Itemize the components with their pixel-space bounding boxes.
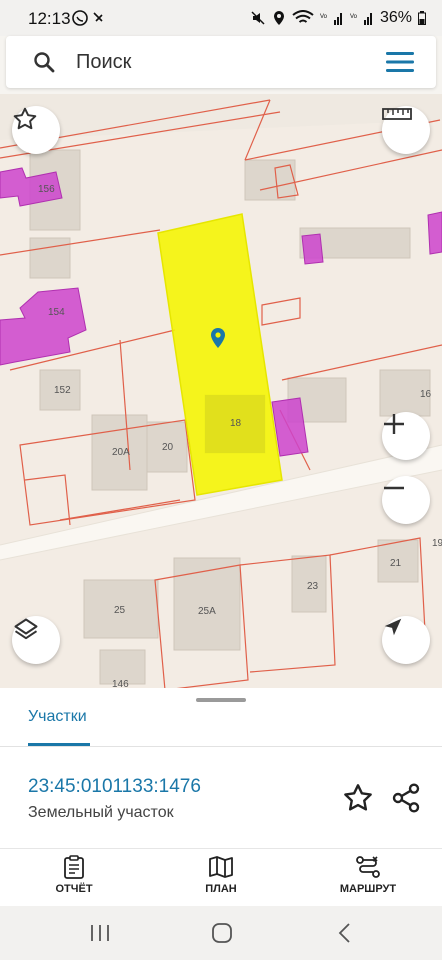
report-label: ОТЧЁТ bbox=[55, 883, 93, 895]
plus-icon bbox=[384, 414, 404, 434]
lot-label: 25 bbox=[114, 605, 126, 616]
hamburger-menu-icon[interactable] bbox=[386, 51, 414, 73]
svg-text:Vo: Vo bbox=[350, 14, 358, 20]
recent-apps-icon[interactable] bbox=[88, 922, 112, 944]
map-canvas[interactable]: 156 154 152 20А 20 18 16 19 21 23 25 25А… bbox=[0, 94, 442, 688]
my-location-button[interactable] bbox=[382, 616, 430, 664]
route-label: МАРШРУТ bbox=[339, 883, 397, 895]
mute-icon bbox=[251, 11, 265, 25]
zoom-out-button[interactable] bbox=[382, 476, 430, 524]
lot-label: 23 bbox=[307, 581, 319, 592]
zoom-in-button[interactable] bbox=[382, 412, 430, 460]
lot-label: 154 bbox=[48, 307, 65, 318]
lot-label: 18 bbox=[230, 418, 242, 429]
cadastral-map[interactable]: 156 154 152 20А 20 18 16 19 21 23 25 25А… bbox=[0, 94, 442, 688]
lot-label: 16 bbox=[420, 389, 432, 400]
plan-button[interactable]: ПЛАН bbox=[176, 855, 266, 905]
lot-label: 20А bbox=[112, 447, 130, 458]
divider bbox=[0, 746, 442, 747]
signal-sim1-icon: Vo bbox=[320, 13, 342, 25]
back-icon[interactable] bbox=[334, 922, 358, 944]
favorites-button[interactable] bbox=[12, 106, 60, 154]
system-navigation-bar bbox=[0, 906, 442, 960]
minus-icon bbox=[384, 486, 404, 490]
share-icon[interactable] bbox=[390, 782, 422, 814]
ruler-button[interactable] bbox=[382, 106, 430, 154]
lot-label: 25А bbox=[198, 606, 216, 617]
battery-icon bbox=[418, 11, 426, 25]
status-bar: 12:13 Vo Vo 36% bbox=[0, 0, 442, 36]
lot-label: 19 bbox=[432, 538, 442, 549]
ruler-icon bbox=[382, 108, 412, 120]
bottom-action-bar: ОТЧЁТ ПЛАН МАРШРУТ bbox=[0, 848, 442, 906]
star-icon bbox=[13, 107, 37, 130]
signal-sim2-icon: Vo bbox=[350, 13, 372, 25]
route-button[interactable]: МАРШРУТ bbox=[323, 855, 413, 905]
search-icon[interactable] bbox=[32, 50, 56, 74]
tab-parcels[interactable]: Участки bbox=[28, 708, 87, 726]
wifi-icon bbox=[292, 10, 314, 23]
add-favorite-star-icon[interactable] bbox=[342, 782, 374, 814]
whatsapp-icon bbox=[72, 10, 103, 26]
route-icon bbox=[356, 856, 380, 878]
search-bar[interactable]: Поиск bbox=[6, 36, 436, 88]
cadastral-number[interactable]: 23:45:0101133:1476 bbox=[28, 776, 201, 798]
lot-label: 20 bbox=[162, 442, 174, 453]
search-input[interactable]: Поиск bbox=[76, 51, 131, 74]
lot-label: 156 bbox=[38, 184, 55, 195]
map-icon bbox=[209, 856, 233, 878]
plan-label: ПЛАН bbox=[205, 883, 237, 895]
location-icon bbox=[273, 11, 284, 25]
home-icon[interactable] bbox=[210, 922, 234, 944]
svg-text:Vo: Vo bbox=[320, 14, 328, 20]
notification-icons bbox=[72, 9, 112, 30]
navigation-arrow-icon bbox=[384, 618, 402, 636]
layers-button[interactable] bbox=[12, 616, 60, 664]
lot-label: 146 bbox=[112, 679, 129, 688]
status-right: Vo Vo 36% bbox=[250, 9, 426, 27]
report-button[interactable]: ОТЧЁТ bbox=[29, 855, 119, 905]
parcel-type: Земельный участок bbox=[28, 804, 174, 821]
lot-label: 152 bbox=[54, 385, 71, 396]
battery-text: 36% bbox=[379, 9, 412, 26]
lot-label: 21 bbox=[390, 558, 402, 569]
status-time: 12:13 bbox=[28, 9, 71, 28]
clipboard-icon bbox=[64, 855, 84, 879]
sheet-drag-handle[interactable] bbox=[196, 698, 246, 702]
layers-icon bbox=[14, 618, 38, 640]
